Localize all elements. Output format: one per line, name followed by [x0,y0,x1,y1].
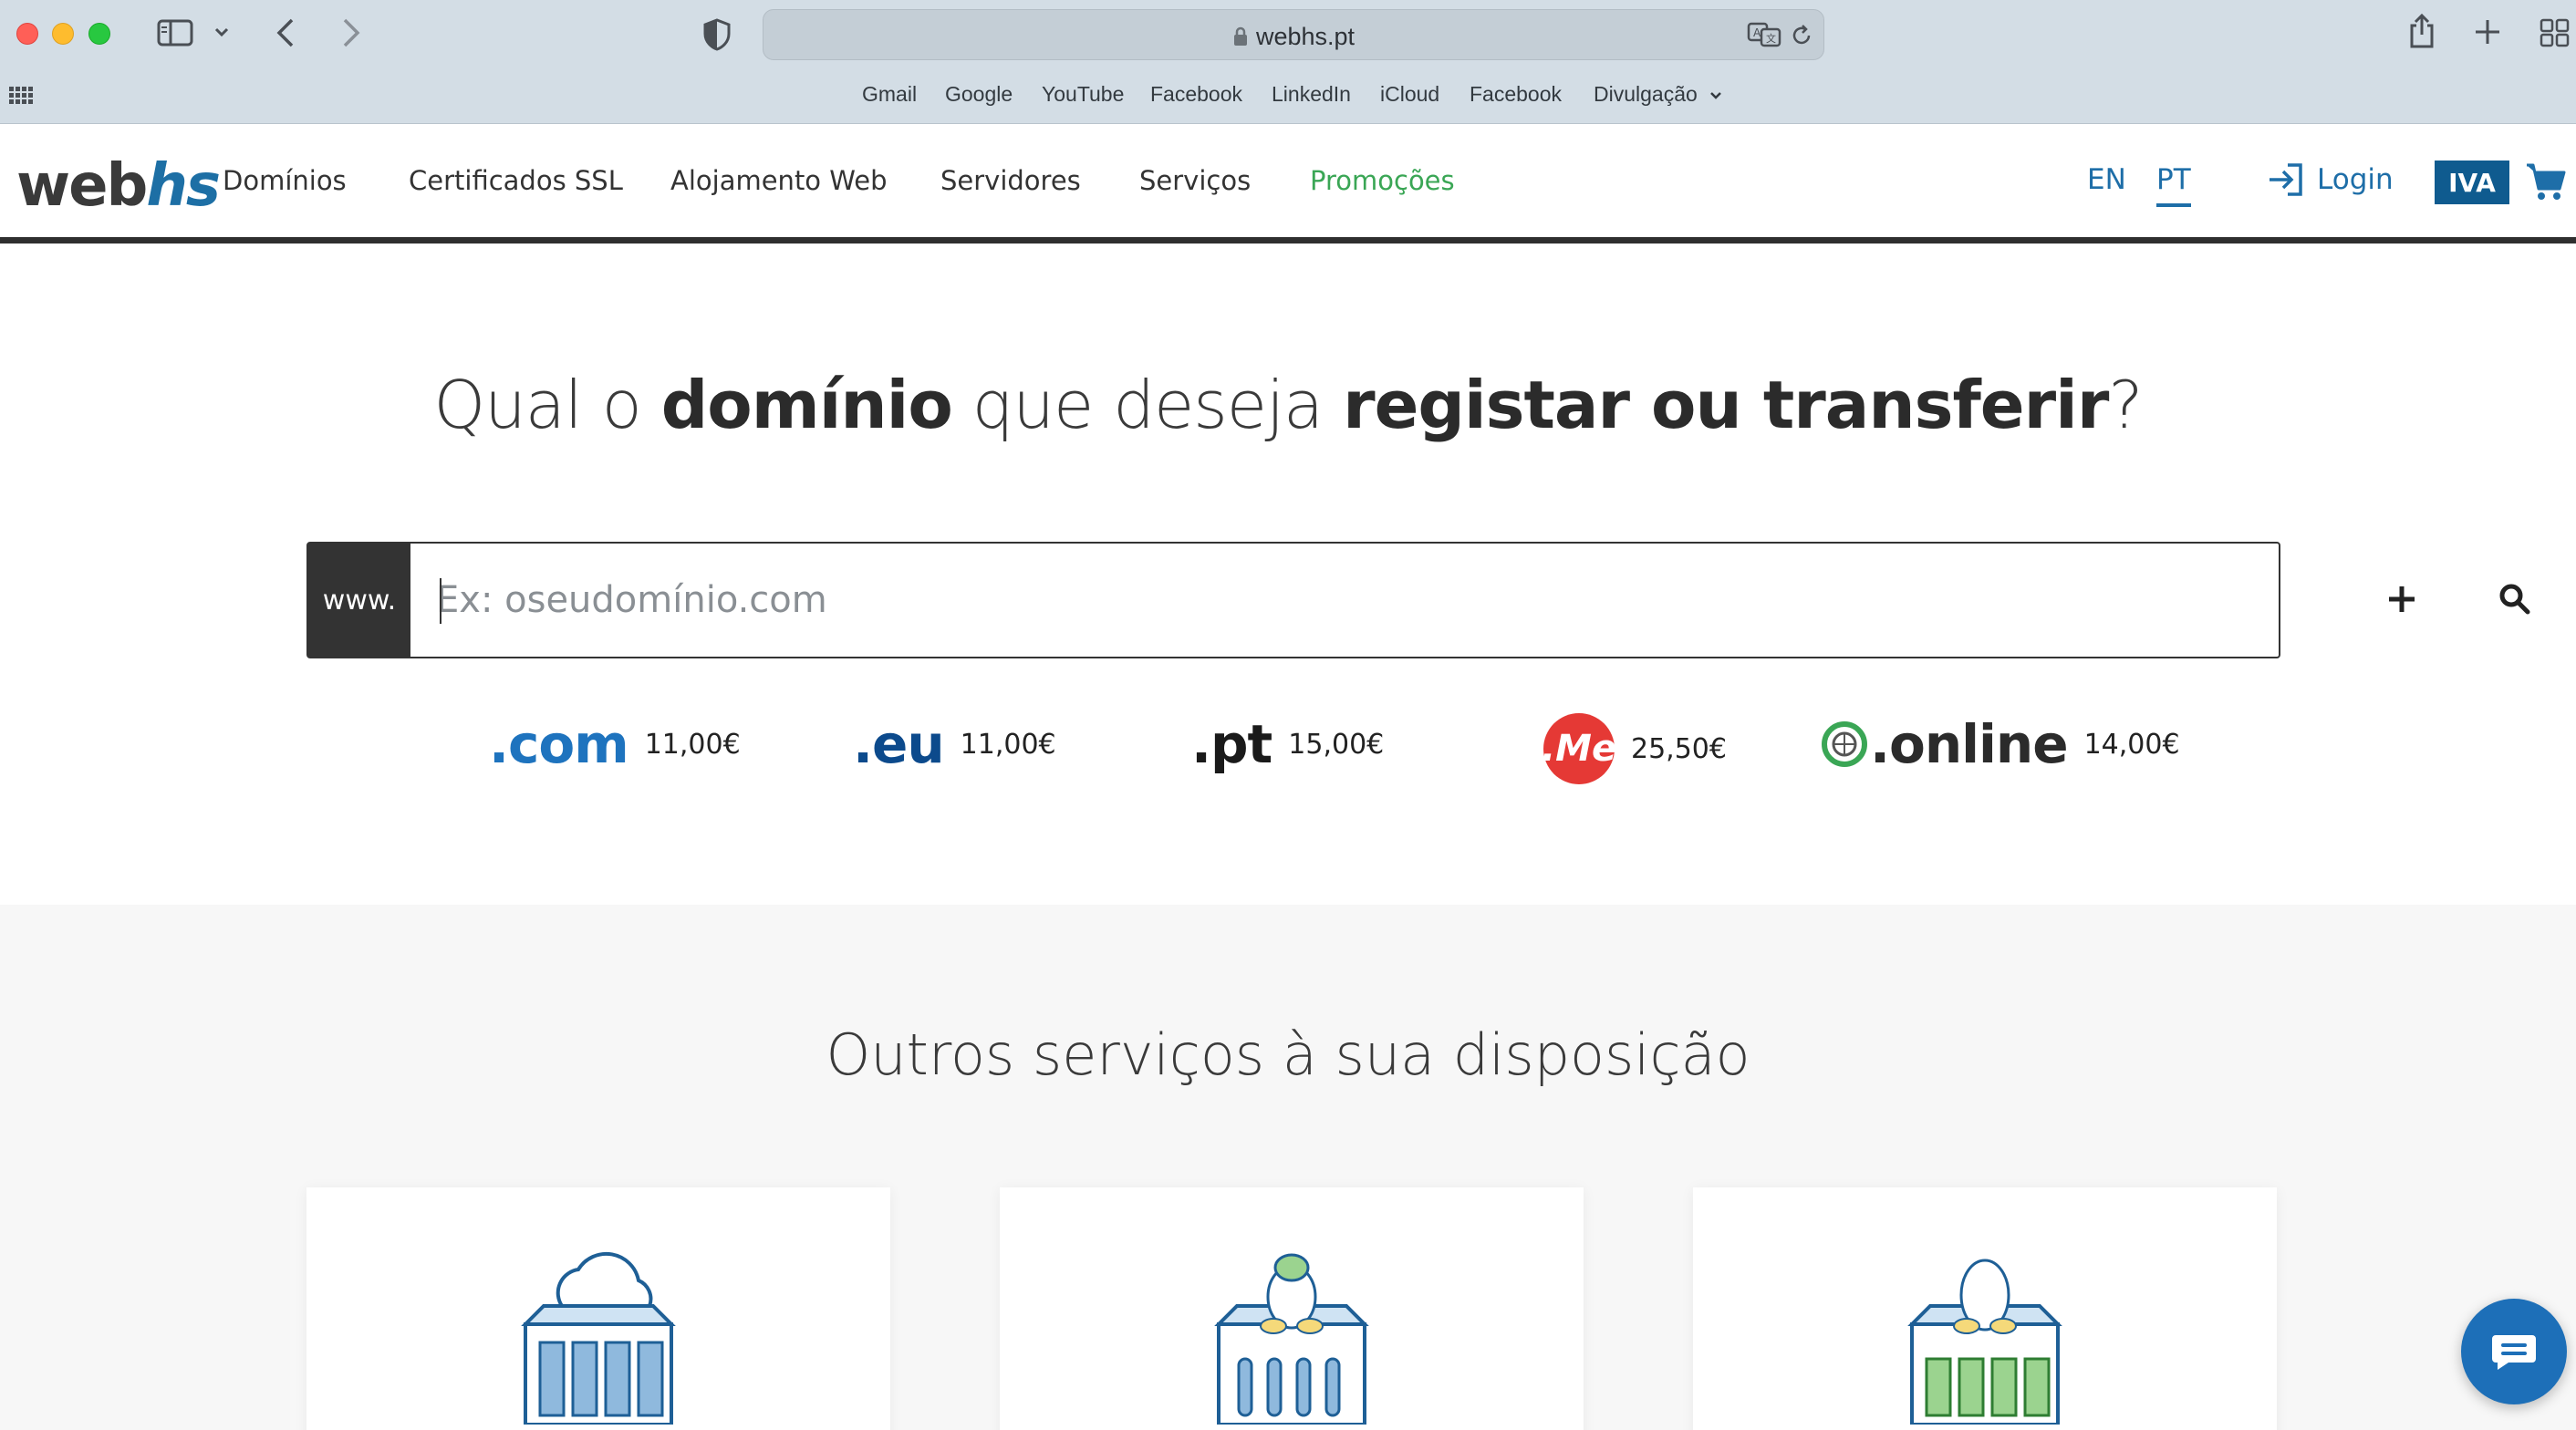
iva-toggle-button[interactable]: IVA [2435,161,2509,204]
bookmark-icloud[interactable]: iCloud [1380,82,1439,107]
cloud-server-icon [521,1251,676,1425]
chevron-down-icon [1710,92,1722,99]
tld-pt-price: 15,00€ [1288,728,1385,761]
tld-pt-logo: .pt [1191,713,1272,775]
bookmark-folder-label: Divulgação [1594,82,1698,106]
hero-title-part: Qual o [433,367,661,443]
site-header: webhs Domínios Certificados SSL Alojamen… [0,125,2576,244]
globe-icon [1822,721,1867,767]
lang-pt[interactable]: PT [2156,163,2191,207]
login-link[interactable]: Login [2266,161,2394,198]
login-label: Login [2317,163,2394,196]
hero-title-bold: registar ou transferir [1343,367,2109,443]
lang-en[interactable]: EN [2087,163,2126,196]
address-bar[interactable]: webhs.pt A文 [763,9,1824,60]
cart-icon[interactable] [2525,161,2567,206]
service-card-linux-dedicated[interactable] [1693,1187,2277,1430]
tld-com-price: 11,00€ [644,728,741,761]
domain-search-box: www. [306,542,2530,658]
tld-com-logo: .com [489,713,629,775]
bookmarks-bar: Gmail Google YouTube Facebook LinkedIn i… [0,82,2576,113]
search-icon [2499,584,2530,615]
search-button[interactable] [2492,576,2538,622]
logo-hs-text: hs [146,152,221,220]
apps-grid-icon[interactable] [9,87,33,105]
hero-title: Qual o domínio que deseja registar ou tr… [0,367,2576,443]
chevron-down-icon[interactable] [213,26,230,38]
lock-icon [1232,25,1249,53]
domain-search-input[interactable] [436,571,1987,629]
tld-me-price: 25,50€ [1631,732,1727,765]
svg-text:A: A [1753,26,1761,39]
url-text: webhs.pt [1255,23,1356,50]
linux-penguin-dedicated-icon [1907,1259,2062,1425]
nav-alojamento-web[interactable]: Alojamento Web [670,165,888,196]
tld-online[interactable]: .online 14,00€ [1821,713,2180,775]
nav-certificados-ssl[interactable]: Certificados SSL [409,165,623,196]
bookmark-facebook[interactable]: Facebook [1150,82,1242,107]
tab-overview-icon[interactable] [2540,18,2571,47]
nav-servicos[interactable]: Serviços [1139,165,1251,196]
tld-me-logo-text: .Me [1541,728,1617,770]
hero-title-part: que deseja [951,367,1344,443]
tld-online-price: 14,00€ [2083,728,2180,761]
zoom-window-button[interactable] [88,23,110,45]
browser-chrome: webhs.pt A文 Gmail Google YouTube Faceboo… [0,0,2576,124]
www-prefix: www. [308,544,410,657]
share-icon[interactable] [2408,13,2436,49]
tld-online-logo: .online [1870,713,2069,775]
bookmark-gmail[interactable]: Gmail [862,82,917,107]
services-section: Outros serviços à sua disposição [0,905,2576,1430]
translate-icon[interactable]: A文 [1747,21,1781,48]
tld-eu-price: 11,00€ [960,728,1056,761]
bookmark-google[interactable]: Google [945,82,1013,107]
domain-search-section: Qual o domínio que deseja registar ou tr… [0,250,2576,905]
nav-dominios[interactable]: Domínios [223,165,347,196]
service-card-cloud[interactable] [306,1187,890,1430]
back-icon[interactable] [274,16,299,49]
bookmark-linkedin[interactable]: LinkedIn [1272,82,1351,107]
add-domain-button[interactable] [2379,576,2425,622]
tld-me[interactable]: .Me 25,50€ [1541,713,1727,784]
nav-servidores[interactable]: Servidores [940,165,1081,196]
sidebar-toggle-icon[interactable] [157,18,193,47]
nav-promocoes[interactable]: Promoções [1310,165,1455,196]
tld-pt[interactable]: .pt 15,00€ [1191,713,1384,775]
linux-penguin-server-icon [1214,1253,1369,1425]
tld-me-logo: .Me [1541,713,1617,784]
tld-eu[interactable]: .eu 11,00€ [853,713,1056,775]
bookmark-folder-divulgacao[interactable]: Divulgação [1594,82,1723,107]
tld-com[interactable]: .com 11,00€ [489,713,741,775]
forward-icon[interactable] [338,16,363,49]
service-card-linux-vps[interactable] [1000,1187,1584,1430]
webhs-logo[interactable]: webhs [16,152,221,220]
logo-web-text: web [16,152,148,220]
tld-eu-logo: .eu [853,713,945,775]
svg-text:文: 文 [1766,32,1776,45]
services-title: Outros serviços à sua disposição [826,1021,1750,1088]
bookmark-youtube[interactable]: YouTube [1042,82,1124,107]
hero-title-bold: domínio [660,367,953,443]
chat-widget-button[interactable] [2461,1299,2567,1404]
chat-bubble-icon [2492,1335,2536,1370]
login-icon [2270,163,2302,196]
close-window-button[interactable] [16,23,38,45]
new-tab-icon[interactable] [2474,18,2501,46]
plus-icon [2389,586,2415,612]
text-caret [440,578,441,624]
privacy-shield-icon[interactable] [702,18,732,51]
hero-title-part: ? [2108,367,2143,443]
bookmark-facebook-2[interactable]: Facebook [1470,82,1562,107]
reload-icon[interactable] [1789,23,1814,48]
minimize-window-button[interactable] [52,23,74,45]
